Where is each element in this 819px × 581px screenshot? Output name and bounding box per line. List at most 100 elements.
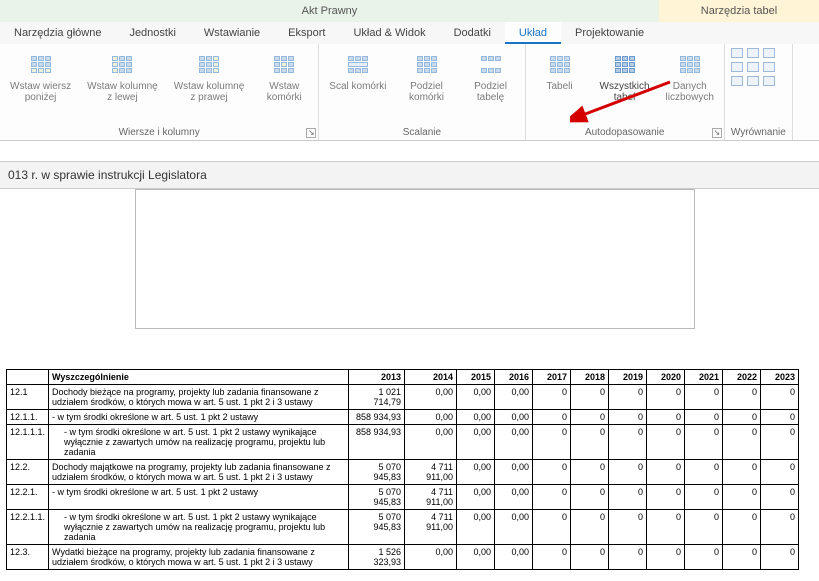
ribbon-tab[interactable]: Eksport	[274, 22, 339, 44]
header-year: 2020	[647, 370, 685, 385]
group-rows-columns: Wstaw wiersz poniżej Wstaw kolumnę z lew…	[0, 44, 319, 140]
cell-value: 858 934,93	[349, 410, 405, 425]
cell-value: 0,00	[457, 385, 495, 410]
cell-value: 0	[723, 460, 761, 485]
cell-value: 0	[685, 545, 723, 570]
cell-value: 0	[647, 460, 685, 485]
ribbon-tabs: Narzędzia główneJednostkiWstawianieEkspo…	[0, 22, 819, 44]
cell-value: 0	[609, 385, 647, 410]
cell-value: 0	[761, 545, 799, 570]
group-autofit-launcher[interactable]: ↘	[712, 128, 722, 138]
cell-value: 0,00	[457, 545, 495, 570]
align-middle-right-button[interactable]	[763, 62, 775, 72]
cell-value: 0,00	[405, 545, 457, 570]
data-table[interactable]: Wyszczególnienie 2013 2014 2015 2016 201…	[6, 369, 799, 570]
split-cells-button[interactable]: Podziel komórki	[399, 48, 455, 105]
split-cells-icon	[411, 50, 443, 78]
header-desc: Wyszczególnienie	[49, 370, 349, 385]
header-year: 2018	[571, 370, 609, 385]
alignment-grid	[731, 48, 775, 86]
align-middle-center-button[interactable]	[747, 62, 759, 72]
page-preview[interactable]	[135, 189, 695, 329]
cell-value: 0	[571, 485, 609, 510]
cell-value: 1 021 714,79	[349, 385, 405, 410]
insert-col-left-button[interactable]: Wstaw kolumnę z lewej	[83, 48, 162, 105]
group-rows-columns-launcher[interactable]: ↘	[306, 128, 316, 138]
insert-row-below-button[interactable]: Wstaw wiersz poniżej	[6, 48, 75, 105]
split-table-button[interactable]: Podziel tabelę	[463, 48, 519, 105]
cell-value: 0	[647, 485, 685, 510]
cell-desc: Dochody majątkowe na programy, projekty …	[49, 460, 349, 485]
ribbon-groups: Wstaw wiersz poniżej Wstaw kolumnę z lew…	[0, 44, 819, 140]
cell-code: 12.1.1.	[7, 410, 49, 425]
cell-value: 0	[533, 425, 571, 460]
cell-value: 0,00	[495, 545, 533, 570]
cell-code: 12.1.1.1.	[7, 425, 49, 460]
cell-value: 5 070 945,83	[349, 460, 405, 485]
autofit-numeric-label: Danych liczbowych	[666, 81, 714, 103]
cell-value: 0	[533, 410, 571, 425]
align-middle-left-button[interactable]	[731, 62, 743, 72]
cell-value: 0,00	[495, 510, 533, 545]
cell-code: 12.3.	[7, 545, 49, 570]
split-table-label: Podziel tabelę	[474, 81, 507, 103]
table-row[interactable]: 12.3.Wydatki bieżące na programy, projek…	[7, 545, 799, 570]
align-bottom-left-button[interactable]	[731, 76, 743, 86]
cell-code: 12.2.1.1.	[7, 510, 49, 545]
ribbon-context-titles: Akt Prawny Narzędzia tabel	[0, 0, 819, 22]
ribbon-tab[interactable]: Projektowanie	[561, 22, 658, 44]
cell-value: 0,00	[457, 460, 495, 485]
table-row[interactable]: 12.2.1.- w tym środki określone w art. 5…	[7, 485, 799, 510]
insert-row-below-label: Wstaw wiersz poniżej	[10, 81, 71, 103]
ribbon-tab[interactable]: Jednostki	[115, 22, 189, 44]
cell-desc: Wydatki bieżące na programy, projekty lu…	[49, 545, 349, 570]
header-year: 2016	[495, 370, 533, 385]
autofit-all-tables-button[interactable]: Wszystkich tabel	[596, 48, 654, 105]
autofit-table-button[interactable]: Tabeli	[532, 48, 588, 94]
ribbon-tab[interactable]: Układ	[505, 22, 561, 44]
cell-code: 12.2.1.	[7, 485, 49, 510]
align-bottom-right-button[interactable]	[763, 76, 775, 86]
cell-code: 12.2.	[7, 460, 49, 485]
ribbon-title-tools: Narzędzia tabel	[659, 0, 819, 22]
ribbon-tab[interactable]: Dodatki	[440, 22, 505, 44]
cell-value: 0	[571, 545, 609, 570]
cell-value: 0	[533, 485, 571, 510]
cell-value: 0	[571, 410, 609, 425]
insert-row-below-icon	[25, 50, 57, 78]
cell-value: 0,00	[405, 385, 457, 410]
cell-value: 0	[609, 510, 647, 545]
cell-value: 0	[571, 425, 609, 460]
merge-cells-button[interactable]: Scal komórki	[325, 48, 390, 94]
insert-col-right-button[interactable]: Wstaw kolumnę z prawej	[170, 48, 249, 105]
table-row[interactable]: 12.1.1.1.- w tym środki określone w art.…	[7, 425, 799, 460]
ribbon-tab[interactable]: Narzędzia główne	[0, 22, 115, 44]
cell-desc: - w tym środki określone w art. 5 ust. 1…	[49, 510, 349, 545]
ribbon-tab[interactable]: Wstawianie	[190, 22, 274, 44]
cell-value: 0,00	[495, 410, 533, 425]
group-align: Wyrównanie	[725, 44, 793, 140]
insert-cells-button[interactable]: Wstaw komórki	[256, 48, 312, 105]
table-row[interactable]: 12.1.1.- w tym środki określone w art. 5…	[7, 410, 799, 425]
align-top-right-button[interactable]	[763, 48, 775, 58]
cell-value: 0	[685, 410, 723, 425]
table-row[interactable]: 12.2.Dochody majątkowe na programy, proj…	[7, 460, 799, 485]
ribbon-title-main: Akt Prawny	[0, 0, 659, 22]
cell-value: 0	[723, 545, 761, 570]
group-merge-label: Scalanie	[325, 125, 518, 138]
cell-value: 0	[723, 385, 761, 410]
cell-value: 0	[647, 385, 685, 410]
cell-value: 0	[723, 485, 761, 510]
table-row[interactable]: 12.1Dochody bieżące na programy, projekt…	[7, 385, 799, 410]
cell-value: 0,00	[457, 510, 495, 545]
header-year: 2022	[723, 370, 761, 385]
table-row[interactable]: 12.2.1.1.- w tym środki określone w art.…	[7, 510, 799, 545]
ribbon-tab[interactable]: Układ & Widok	[339, 22, 439, 44]
align-bottom-center-button[interactable]	[747, 76, 759, 86]
ribbon: Akt Prawny Narzędzia tabel Narzędzia głó…	[0, 0, 819, 141]
autofit-numeric-button[interactable]: Danych liczbowych	[662, 48, 718, 105]
align-top-left-button[interactable]	[731, 48, 743, 58]
document-title: 013 r. w sprawie instrukcji Legislatora	[8, 168, 207, 182]
insert-col-right-icon	[193, 50, 225, 78]
align-top-center-button[interactable]	[747, 48, 759, 58]
